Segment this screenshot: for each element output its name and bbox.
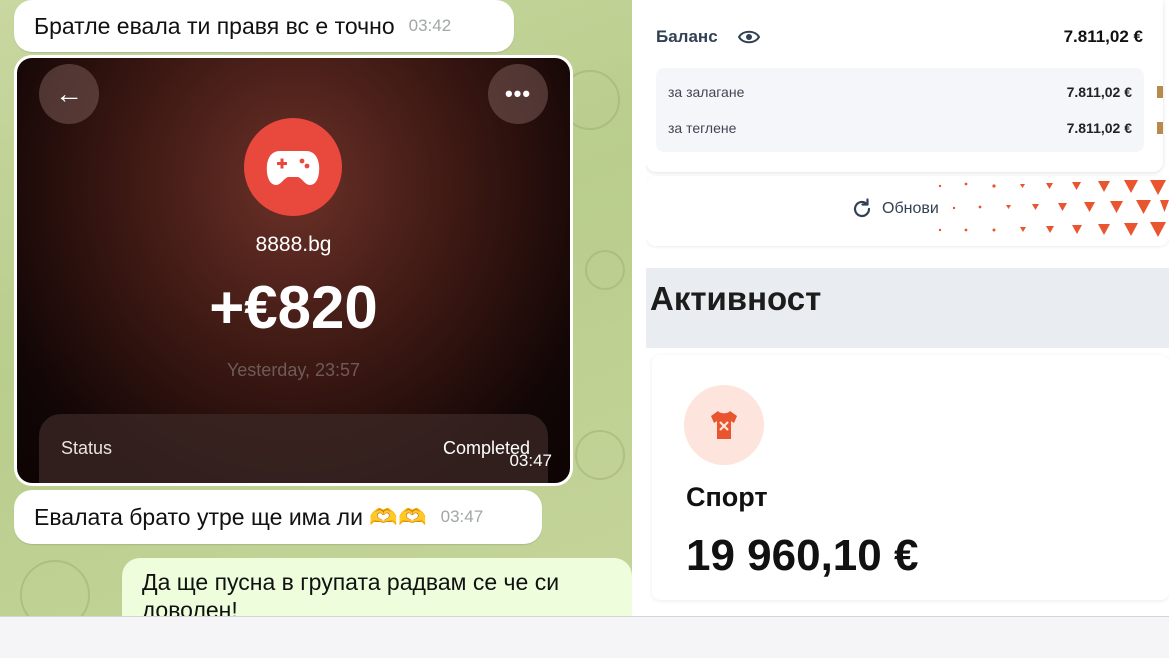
message-text: Братле евала ти правя вс е точно [34, 13, 395, 39]
background-doodle [575, 430, 625, 480]
refresh-bar: Обнови [646, 176, 1169, 246]
row-value: 7.811,02 € [1066, 120, 1132, 136]
refresh-label: Обнови [882, 200, 939, 217]
payment-date: Yesterday, 23:57 [226, 360, 361, 380]
payment-screenshot[interactable]: ← ••• 8888.bg +€820 Yesterday, 23:57 Sta… [17, 58, 570, 483]
arrow-left-icon[interactable]: ← [39, 64, 99, 124]
balance-value: 7.811,02 € [1063, 27, 1143, 46]
eye-icon[interactable] [738, 30, 760, 44]
gamepad-icon [244, 118, 342, 216]
sport-value: 19 960,10 € [686, 531, 919, 580]
background-doodle [585, 250, 625, 290]
bottom-bar [0, 616, 1169, 658]
balance-card: Баланс 7.811,02 € за залагане 7.811,02 €… [646, 0, 1163, 172]
row-label: за теглене [668, 120, 737, 136]
sport-card[interactable]: Спорт 19 960,10 € [652, 355, 1169, 600]
status-card: Status Completed [39, 414, 548, 483]
payment-amount: +€820 [209, 274, 378, 341]
chat-panel: Братле евала ти правя вс е точно 03:42 ←… [0, 0, 632, 616]
status-label: Status [61, 438, 113, 458]
edge-marker [1157, 86, 1163, 98]
message-text: Евалата брато утре ще има ли 🫶🫶 [34, 504, 427, 530]
message-incoming[interactable]: Братле евала ти правя вс е точно 03:42 [14, 0, 514, 52]
merchant-name: 8888.bg [255, 233, 332, 256]
betting-app-panel: Баланс 7.811,02 € за залагане 7.811,02 €… [646, 0, 1169, 616]
section-title: Активност [650, 280, 822, 317]
shirt-icon [684, 385, 764, 465]
activity-header: Активност [646, 268, 1169, 348]
message-time: 03:47 [440, 507, 484, 526]
row-value: 7.811,02 € [1066, 84, 1132, 100]
message-text: Да ще пусна в групата радвам се че си до… [142, 569, 560, 616]
sport-label: Спорт [686, 482, 768, 512]
background-doodle [20, 560, 90, 616]
message-outgoing[interactable]: Да ще пусна в групата радвам се че си до… [122, 558, 632, 616]
more-horizontal-icon[interactable]: ••• [488, 64, 548, 124]
message-time: 03:47 [509, 451, 552, 470]
balance-breakdown: за залагане 7.811,02 € за теглене 7.811,… [656, 68, 1144, 152]
decorative-triangles [938, 180, 1169, 237]
balance-label: Баланс [656, 27, 718, 46]
row-label: за залагане [668, 84, 745, 100]
message-incoming[interactable]: Евалата брато утре ще има ли 🫶🫶 03:47 [14, 490, 542, 544]
edge-marker [1157, 122, 1163, 134]
refresh-button[interactable]: Обнови [850, 197, 939, 221]
message-time: 03:42 [408, 16, 452, 35]
refresh-icon [853, 198, 871, 218]
photo-message[interactable]: ← ••• 8888.bg +€820 Yesterday, 23:57 Sta… [14, 55, 573, 486]
balance-row-withdraw: за теглене 7.811,02 € [668, 120, 1132, 136]
panel-divider [632, 0, 646, 616]
balance-row-betting: за залагане 7.811,02 € [668, 84, 1132, 100]
